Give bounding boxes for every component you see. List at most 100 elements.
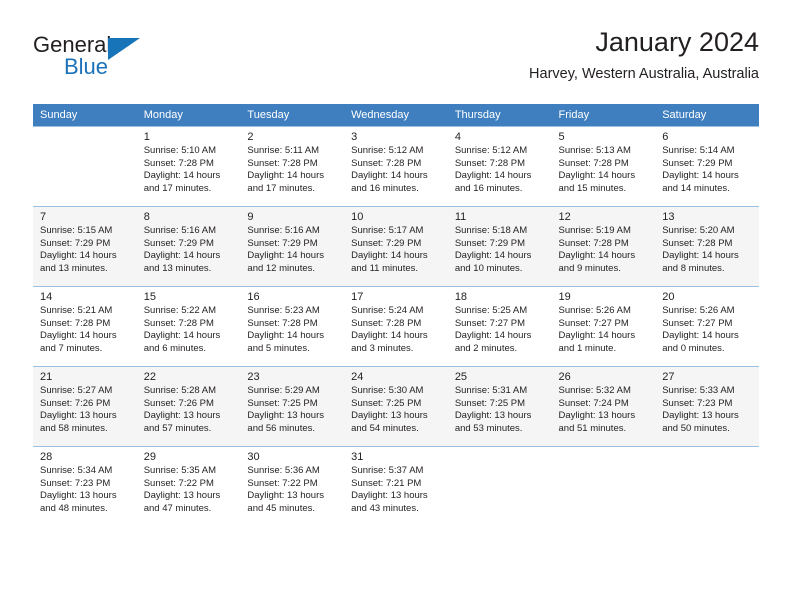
day-cell-content: 9 Sunrise: 5:16 AM Sunset: 7:29 PM Dayli… xyxy=(240,206,345,286)
sunset-text: Sunset: 7:27 PM xyxy=(454,317,526,329)
sunrise-text: Sunrise: 5:12 AM xyxy=(351,145,424,156)
day-cell[interactable]: 29 Sunrise: 5:35 AM Sunset: 7:22 PM Dayl… xyxy=(136,446,241,526)
day-cell[interactable]: 27 Sunrise: 5:33 AM Sunset: 7:23 PM Dayl… xyxy=(655,366,759,446)
day-cell[interactable]: 5 Sunrise: 5:13 AM Sunset: 7:28 PM Dayli… xyxy=(551,126,656,206)
daylight-text-line1: Daylight: 14 hours xyxy=(558,330,636,342)
day-cell-content: 8 Sunrise: 5:16 AM Sunset: 7:29 PM Dayli… xyxy=(136,206,241,286)
daylight-text-line1: Daylight: 14 hours xyxy=(454,170,532,182)
day-cell[interactable]: 13 Sunrise: 5:20 AM Sunset: 7:28 PM Dayl… xyxy=(655,206,759,286)
day-cell[interactable]: 17 Sunrise: 5:24 AM Sunset: 7:28 PM Dayl… xyxy=(344,286,448,366)
day-cell-content: 26 Sunrise: 5:32 AM Sunset: 7:24 PM Dayl… xyxy=(551,366,656,446)
day-cell[interactable]: 9 Sunrise: 5:16 AM Sunset: 7:29 PM Dayli… xyxy=(240,206,345,286)
day-number: 29 xyxy=(143,451,156,463)
page-subtitle: Harvey, Western Australia, Australia xyxy=(529,66,759,82)
sunrise-text: Sunrise: 5:30 AM xyxy=(351,385,424,396)
day-cell[interactable]: 28 Sunrise: 5:34 AM Sunset: 7:23 PM Dayl… xyxy=(33,446,137,526)
day-cell-content: 31 Sunrise: 5:37 AM Sunset: 7:21 PM Dayl… xyxy=(344,446,448,526)
day-cell[interactable]: 3 Sunrise: 5:12 AM Sunset: 7:28 PM Dayli… xyxy=(344,126,448,206)
day-number: 27 xyxy=(662,371,675,383)
daylight-text-line2: and 56 minutes. xyxy=(247,422,316,434)
weekday-header-thursday: Thursday xyxy=(447,104,552,126)
daylight-text-line2: and 58 minutes. xyxy=(40,422,108,434)
weekday-header-monday: Monday xyxy=(136,104,241,126)
day-cell[interactable]: 7 Sunrise: 5:15 AM Sunset: 7:29 PM Dayli… xyxy=(33,206,137,286)
day-cell[interactable]: 30 Sunrise: 5:36 AM Sunset: 7:22 PM Dayl… xyxy=(240,446,345,526)
sunset-text: Sunset: 7:26 PM xyxy=(143,397,214,409)
sunset-text: Sunset: 7:28 PM xyxy=(662,237,733,249)
daylight-text-line1: Daylight: 14 hours xyxy=(40,330,117,342)
daylight-text-line1: Daylight: 14 hours xyxy=(247,330,324,342)
day-cell-content: 23 Sunrise: 5:29 AM Sunset: 7:25 PM Dayl… xyxy=(240,366,345,446)
day-cell[interactable]: 16 Sunrise: 5:23 AM Sunset: 7:28 PM Dayl… xyxy=(240,286,345,366)
day-cell[interactable]: 2 Sunrise: 5:11 AM Sunset: 7:28 PM Dayli… xyxy=(240,126,345,206)
day-cell-content: 12 Sunrise: 5:19 AM Sunset: 7:28 PM Dayl… xyxy=(551,206,656,286)
day-cell[interactable]: 14 Sunrise: 5:21 AM Sunset: 7:28 PM Dayl… xyxy=(33,286,137,366)
sunrise-text: Sunrise: 5:16 AM xyxy=(247,225,320,236)
calendar-page: General Blue January 2024 Harvey, Wester… xyxy=(0,0,792,612)
day-cell[interactable]: 23 Sunrise: 5:29 AM Sunset: 7:25 PM Dayl… xyxy=(240,366,345,446)
day-number: 18 xyxy=(454,291,468,303)
day-cell-content: 29 Sunrise: 5:35 AM Sunset: 7:22 PM Dayl… xyxy=(136,446,241,526)
sunrise-text: Sunrise: 5:32 AM xyxy=(558,385,631,396)
day-cell-content: 15 Sunrise: 5:22 AM Sunset: 7:28 PM Dayl… xyxy=(136,286,241,366)
day-cell[interactable]: 31 Sunrise: 5:37 AM Sunset: 7:21 PM Dayl… xyxy=(344,446,448,526)
day-cell-content: 2 Sunrise: 5:11 AM Sunset: 7:28 PM Dayli… xyxy=(240,126,345,206)
daylight-text-line1: Daylight: 13 hours xyxy=(40,490,117,502)
daylight-text-line2: and 12 minutes. xyxy=(247,262,316,274)
day-cell[interactable]: 26 Sunrise: 5:32 AM Sunset: 7:24 PM Dayl… xyxy=(551,366,656,446)
day-number: 20 xyxy=(662,291,675,303)
daylight-text-line1: Daylight: 14 hours xyxy=(662,330,739,342)
day-cell xyxy=(551,446,656,526)
day-cell-content: 10 Sunrise: 5:17 AM Sunset: 7:29 PM Dayl… xyxy=(344,206,448,286)
day-cell[interactable]: 24 Sunrise: 5:30 AM Sunset: 7:25 PM Dayl… xyxy=(344,366,448,446)
daylight-text-line1: Daylight: 14 hours xyxy=(662,170,739,182)
day-cell[interactable]: 10 Sunrise: 5:17 AM Sunset: 7:29 PM Dayl… xyxy=(344,206,448,286)
day-cell[interactable]: 8 Sunrise: 5:16 AM Sunset: 7:29 PM Dayli… xyxy=(136,206,241,286)
daylight-text-line1: Daylight: 13 hours xyxy=(351,410,428,422)
daylight-text-line1: Daylight: 13 hours xyxy=(247,410,324,422)
sunset-text: Sunset: 7:21 PM xyxy=(351,477,422,489)
calendar-header-row: Sunday Monday Tuesday Wednesday Thursday… xyxy=(33,104,759,126)
day-number: 7 xyxy=(40,211,47,223)
day-number: 10 xyxy=(351,211,364,223)
day-cell[interactable]: 12 Sunrise: 5:19 AM Sunset: 7:28 PM Dayl… xyxy=(551,206,656,286)
calendar-week-row: 1 Sunrise: 5:10 AM Sunset: 7:28 PM Dayli… xyxy=(33,126,759,206)
daylight-text-line1: Daylight: 14 hours xyxy=(351,170,428,182)
day-cell-content: 14 Sunrise: 5:21 AM Sunset: 7:28 PM Dayl… xyxy=(33,286,137,366)
day-cell-content: 7 Sunrise: 5:15 AM Sunset: 7:29 PM Dayli… xyxy=(33,206,137,286)
daylight-text-line2: and 17 minutes. xyxy=(143,182,212,194)
day-cell[interactable]: 15 Sunrise: 5:22 AM Sunset: 7:28 PM Dayl… xyxy=(136,286,241,366)
sunrise-text: Sunrise: 5:28 AM xyxy=(143,385,217,396)
sunset-text: Sunset: 7:28 PM xyxy=(351,157,422,169)
sunrise-text: Sunrise: 5:12 AM xyxy=(454,145,528,156)
day-cell[interactable]: 21 Sunrise: 5:27 AM Sunset: 7:26 PM Dayl… xyxy=(33,366,137,446)
day-cell[interactable]: 11 Sunrise: 5:18 AM Sunset: 7:29 PM Dayl… xyxy=(447,206,552,286)
sunrise-text: Sunrise: 5:14 AM xyxy=(662,145,735,156)
day-cell[interactable]: 1 Sunrise: 5:10 AM Sunset: 7:28 PM Dayli… xyxy=(136,126,241,206)
daylight-text-line2: and 13 minutes. xyxy=(40,262,108,274)
day-cell[interactable]: 20 Sunrise: 5:26 AM Sunset: 7:27 PM Dayl… xyxy=(655,286,759,366)
day-cell[interactable]: 22 Sunrise: 5:28 AM Sunset: 7:26 PM Dayl… xyxy=(136,366,241,446)
sunset-text: Sunset: 7:28 PM xyxy=(558,237,629,249)
day-cell[interactable]: 19 Sunrise: 5:26 AM Sunset: 7:27 PM Dayl… xyxy=(551,286,656,366)
day-cell[interactable]: 18 Sunrise: 5:25 AM Sunset: 7:27 PM Dayl… xyxy=(447,286,552,366)
day-number: 11 xyxy=(454,211,467,223)
sunset-text: Sunset: 7:29 PM xyxy=(454,237,526,249)
day-cell-content: 6 Sunrise: 5:14 AM Sunset: 7:29 PM Dayli… xyxy=(655,126,759,206)
daylight-text-line1: Daylight: 13 hours xyxy=(40,410,117,422)
daylight-text-line1: Daylight: 14 hours xyxy=(143,250,221,262)
day-cell-content: 3 Sunrise: 5:12 AM Sunset: 7:28 PM Dayli… xyxy=(344,126,448,206)
day-cell[interactable]: 25 Sunrise: 5:31 AM Sunset: 7:25 PM Dayl… xyxy=(447,366,552,446)
sunrise-text: Sunrise: 5:37 AM xyxy=(351,465,424,476)
daylight-text-line1: Daylight: 14 hours xyxy=(351,250,428,262)
sunset-text: Sunset: 7:28 PM xyxy=(143,157,214,169)
daylight-text-line1: Daylight: 14 hours xyxy=(351,330,428,342)
day-cell-content: 27 Sunrise: 5:33 AM Sunset: 7:23 PM Dayl… xyxy=(655,366,759,446)
day-cell[interactable]: 4 Sunrise: 5:12 AM Sunset: 7:28 PM Dayli… xyxy=(447,126,552,206)
calendar-body: 1 Sunrise: 5:10 AM Sunset: 7:28 PM Dayli… xyxy=(33,126,759,526)
daylight-text-line2: and 54 minutes. xyxy=(351,422,419,434)
day-cell[interactable]: 6 Sunrise: 5:14 AM Sunset: 7:29 PM Dayli… xyxy=(655,126,759,206)
daylight-text-line2: and 8 minutes. xyxy=(662,262,725,274)
sunrise-text: Sunrise: 5:19 AM xyxy=(558,225,631,236)
sunrise-text: Sunrise: 5:26 AM xyxy=(662,305,735,316)
